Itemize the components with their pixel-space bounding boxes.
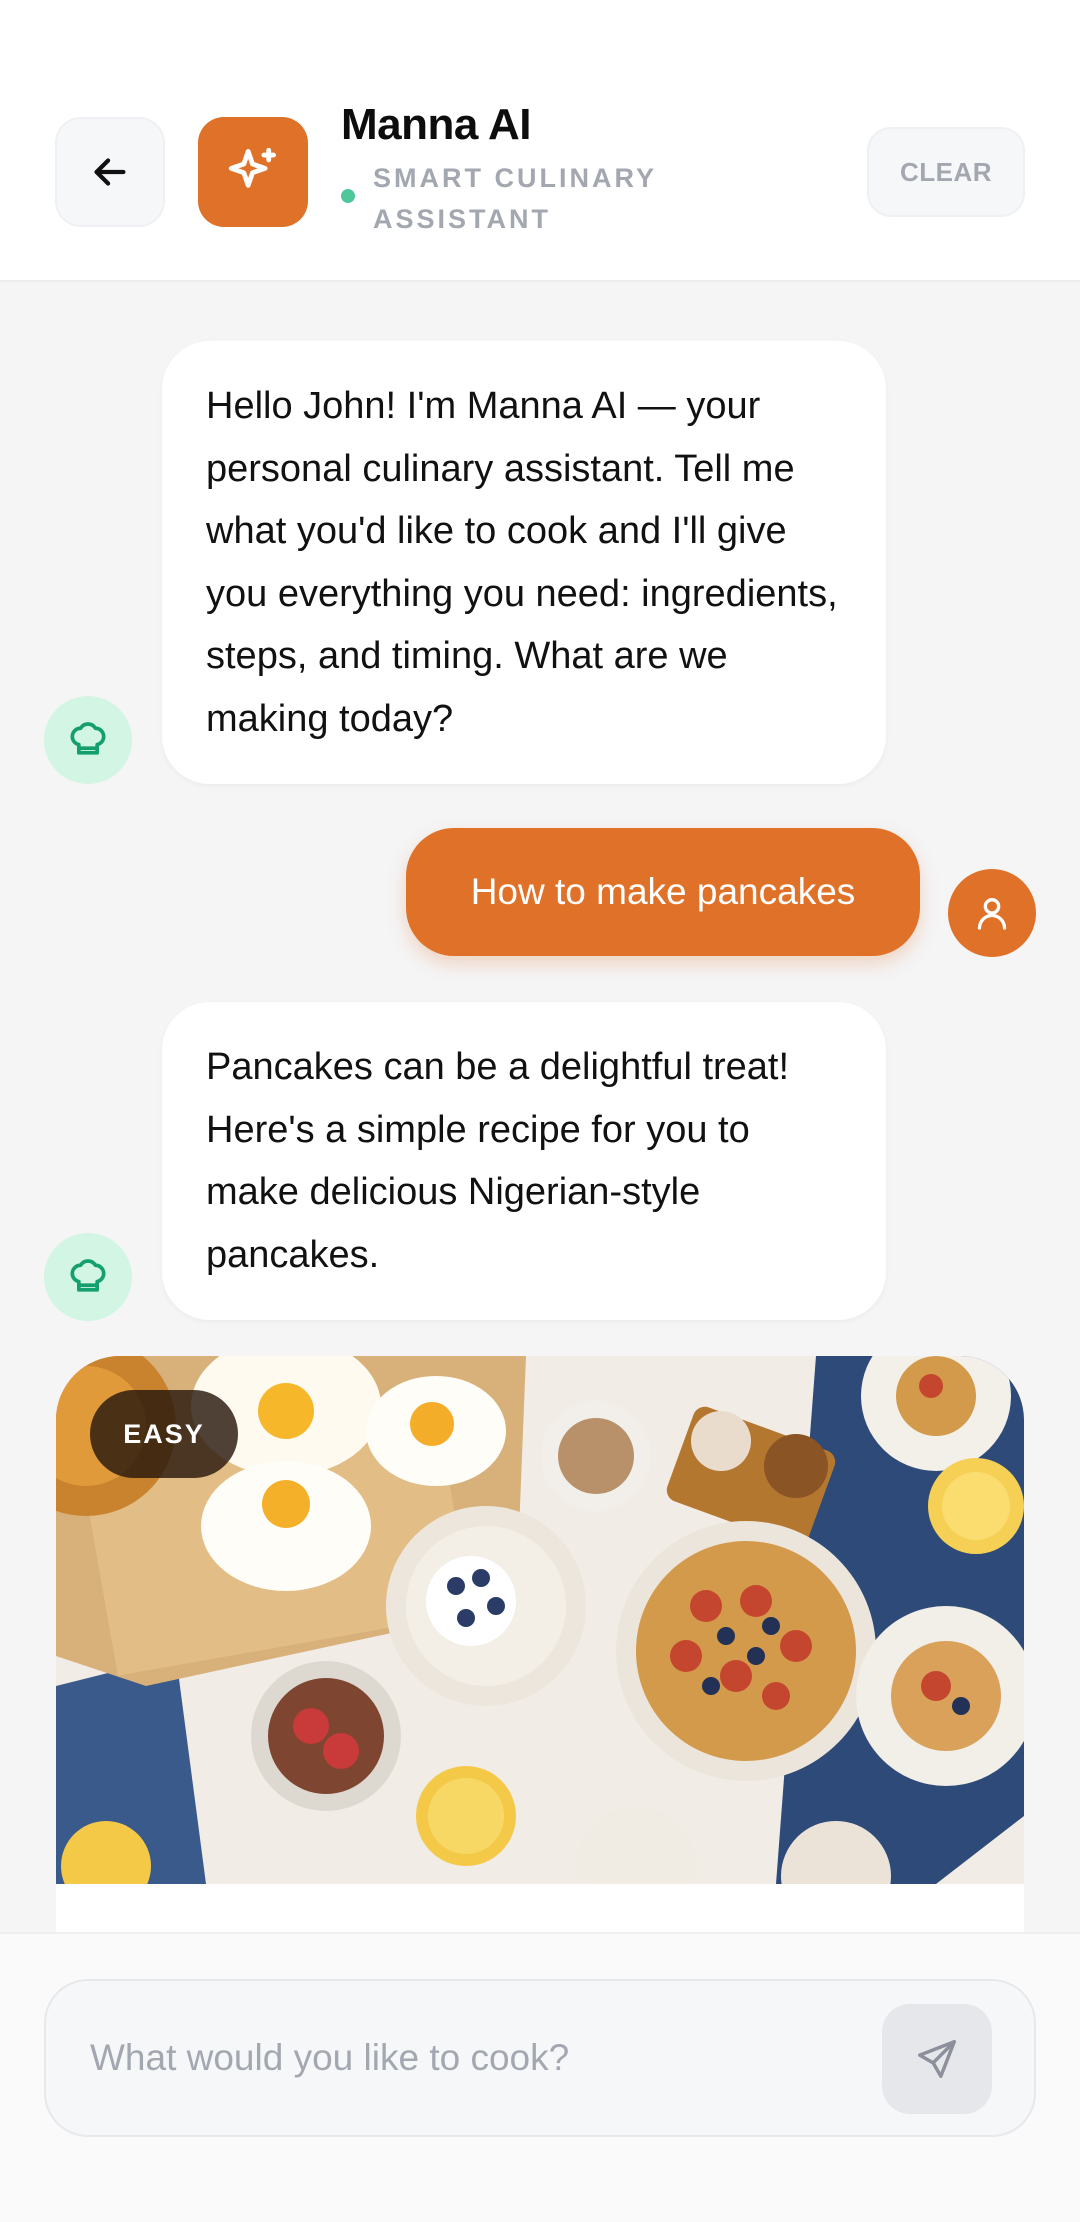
- send-icon: [918, 2040, 956, 2078]
- back-button[interactable]: [55, 117, 165, 227]
- composer-bar: [0, 1932, 1080, 2222]
- send-button[interactable]: [882, 2004, 992, 2114]
- composer: [44, 1979, 1036, 2137]
- clear-button[interactable]: CLEAR: [867, 127, 1025, 217]
- sparkles-icon: [228, 147, 276, 188]
- user-avatar: [948, 869, 1036, 957]
- app-subtitle: SMART CULINARY ASSISTANT: [373, 163, 657, 234]
- assistant-message: Pancakes can be a delightful treat! Here…: [162, 1002, 886, 1320]
- difficulty-badge: EASY: [90, 1390, 238, 1478]
- chef-hat-icon: [70, 1259, 106, 1292]
- online-status-dot: [341, 189, 355, 203]
- assistant-avatar: [44, 696, 132, 784]
- recipe-card[interactable]: EASY: [56, 1356, 1024, 1936]
- assistant-message: Hello John! I'm Manna AI — your personal…: [162, 341, 886, 784]
- chat-header: Manna AI SMART CULINARY ASSISTANT CLEAR: [0, 0, 1080, 282]
- message-input[interactable]: [90, 2021, 860, 2095]
- user-message: How to make pancakes: [406, 828, 920, 956]
- assistant-avatar: [44, 1233, 132, 1321]
- app-logo: [198, 117, 308, 227]
- chef-hat-icon: [70, 722, 106, 755]
- arrow-left-icon: [94, 158, 126, 186]
- user-icon: [977, 898, 1007, 930]
- app-title: Manna AI: [341, 100, 531, 149]
